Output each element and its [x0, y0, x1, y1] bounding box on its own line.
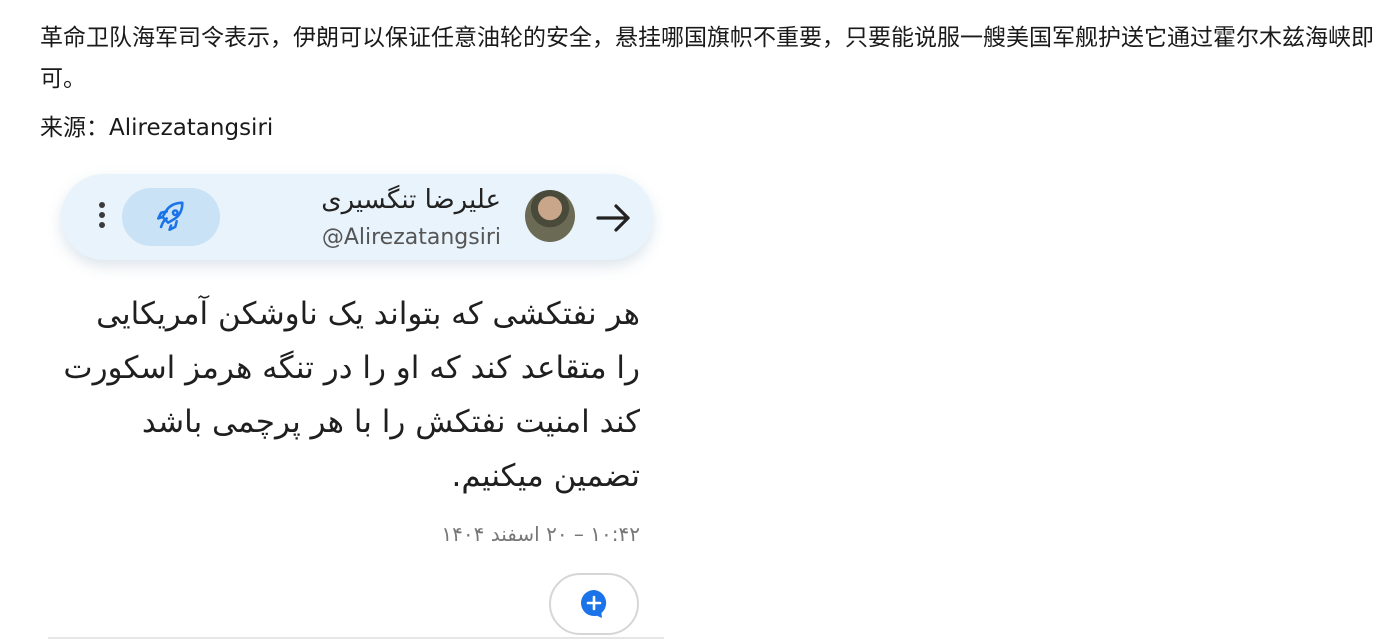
- tweet-timestamp: ۱۰:۴۲ – ۲۰ اسفند ۱۴۰۴: [441, 522, 640, 546]
- post-text: 革命卫队海军司令表示，伊朗可以保证任意油轮的安全，悬挂哪国旗帜不重要，只要能说服…: [40, 25, 1374, 92]
- arrow-right-icon[interactable]: [594, 200, 634, 236]
- rocket-button[interactable]: [122, 188, 220, 246]
- tweet-line: تضمین میکنیم.: [451, 458, 640, 494]
- user-handle: @Alirezatangsiri: [321, 225, 501, 250]
- display-name: علیرضا تنگسیری: [321, 185, 501, 215]
- profile-header-bar: علیرضا تنگسیری @Alirezatangsiri: [61, 174, 653, 260]
- avatar[interactable]: [525, 190, 575, 242]
- embedded-tweet-screenshot: علیرضا تنگسیری @Alirezatangsiri هر نفتکش…: [48, 162, 664, 641]
- divider: [48, 637, 664, 639]
- tweet-body: هر نفتکشی که بتواند یک ناوشکن آمریکایی ر…: [60, 287, 640, 503]
- kebab-menu-icon[interactable]: [97, 202, 107, 234]
- rocket-icon: [156, 201, 184, 232]
- tweet-line: هر نفتکشی که بتواند یک ناوشکن آمریکایی: [96, 296, 640, 332]
- profile-name-block[interactable]: علیرضا تنگسیری @Alirezatangsiri: [321, 184, 501, 256]
- add-comment-button[interactable]: [549, 573, 639, 635]
- tweet-line: کند امنیت نفتکش را با هر پرچمی باشد: [141, 404, 640, 440]
- source-line: 来源：Alirezatangsiri: [40, 115, 274, 141]
- tweet-line: را متقاعد کند که او را در تنگه هرمز اسکو…: [63, 350, 640, 386]
- add-comment-icon: [581, 590, 607, 618]
